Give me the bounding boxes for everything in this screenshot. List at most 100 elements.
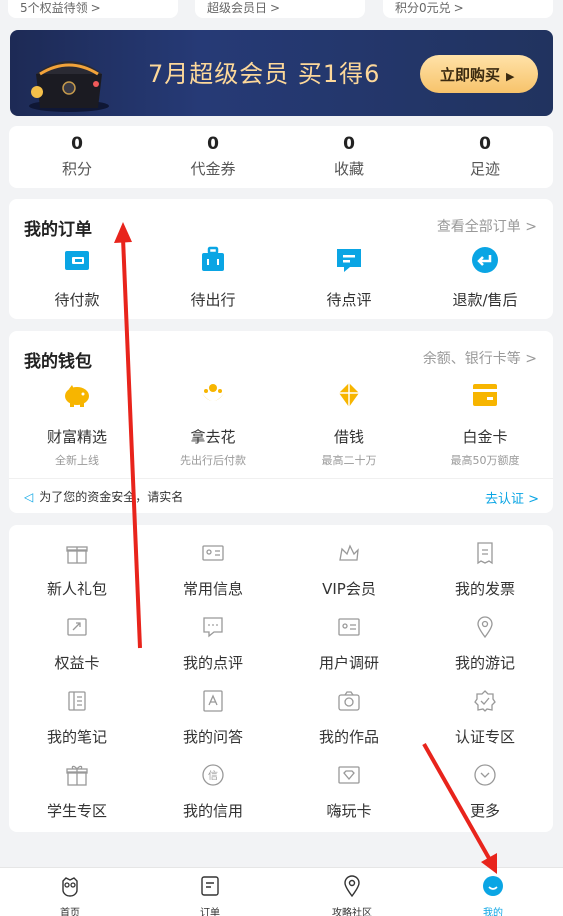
stat-favorites[interactable]: 0 收藏 [281,134,417,179]
tool-label: 我的点评 [182,654,243,672]
tab-mine[interactable]: 我的 [423,875,563,916]
tool-label: 嗨玩卡 [326,802,372,820]
notice-text: 为了您的资金安全，请实名 [39,490,184,504]
order-pending-payment[interactable]: 待付款 [9,245,145,310]
location-pin-icon [477,616,493,639]
qa-icon [203,690,223,712]
wallet-platinum-card[interactable]: 白金卡 最高50万额度 [417,379,553,468]
tool-travel-notes[interactable]: 我的游记 [417,615,553,673]
go-verify-link[interactable]: 去认证 > [485,488,539,507]
tool-my-reviews[interactable]: 我的点评 [145,615,281,673]
member-day-label: 超级会员日 [207,1,268,15]
stat-label: 积分 [61,160,92,178]
tool-label: 我的游记 [454,654,515,672]
refund-icon [472,247,498,273]
notebook-icon [68,691,86,711]
points-label: 积分0元兑 [395,1,451,15]
tool-student-zone[interactable]: 学生专区 [9,763,145,821]
stat-points[interactable]: 0 积分 [9,134,145,179]
speaker-icon: ◁ [24,490,34,504]
wallet-borrow[interactable]: 借钱 最高二十万 [281,379,417,468]
member-day-card[interactable]: 超级会员日 > [195,0,365,18]
tool-label: VIP会员 [322,580,376,598]
treasure-chest-icon [29,61,109,112]
tool-label: 我的发票 [454,580,515,598]
view-all-orders-link[interactable]: 查看全部订单 > [437,216,537,236]
benefit-card[interactable]: 5个权益待领 > [8,0,178,18]
tool-label: 我的笔记 [46,728,107,746]
stat-value: 0 [479,134,491,154]
tool-label: 用户调研 [318,654,379,672]
crown-icon [339,544,359,561]
tool-label: 我的作品 [318,728,379,746]
my-orders-card: 我的订单 查看全部订单 > 待付款 待出行 待点评 退款/售后 [9,199,553,319]
order-refund-aftersale[interactable]: 退款/售后 [417,245,553,310]
points-card[interactable]: 积分0元兑 > [383,0,553,18]
tools-grid-card: 新人礼包 常用信息 VIP会员 我的发票 权益卡 我的点评 用户调研 我的游记 … [9,525,553,832]
tab-orders[interactable]: 订单 [140,875,280,916]
wallet-sublabel: 最高50万额度 [450,454,520,467]
realname-notice: ◁ 为了您的资金安全，请实名 [24,488,183,505]
tool-my-qa[interactable]: 我的问答 [145,689,281,747]
super-member-banner[interactable]: 7月超级会员 买1得6 立即购买 ▶ [10,30,553,116]
stat-history[interactable]: 0 足迹 [417,134,553,179]
profile-smile-icon [483,876,503,896]
banner-title: 7月超级会员 买1得6 [148,60,381,88]
wallet-wealth[interactable]: 财富精选 全新上线 [9,379,145,468]
tab-label: 我的 [483,908,503,916]
balance-bankcard-link[interactable]: 余额、银行卡等 > [423,348,537,368]
tool-certification[interactable]: 认证专区 [417,689,553,747]
badge-icon [474,690,496,712]
wallet-label: 财富精选 [46,428,107,446]
buy-now-label: 立即购买 [440,66,501,84]
tool-label: 认证专区 [454,728,515,746]
buy-now-button[interactable]: 立即购买 ▶ [420,55,538,93]
tool-invoice[interactable]: 我的发票 [417,541,553,599]
tool-label: 权益卡 [54,654,100,672]
money-bag-icon [339,383,359,407]
tool-label: 学生专区 [46,802,107,820]
flower-icon [202,384,224,401]
stat-vouchers[interactable]: 0 代金券 [145,134,281,179]
tool-my-notes[interactable]: 我的笔记 [9,689,145,747]
wallet-sublabel: 最高二十万 [321,454,377,467]
tool-my-works[interactable]: 我的作品 [281,689,417,747]
home-owl-icon [62,877,78,897]
tool-label: 常用信息 [182,580,243,598]
tool-new-user-gift[interactable]: 新人礼包 [9,541,145,599]
order-pending-travel[interactable]: 待出行 [145,245,281,310]
tool-label: 更多 [469,802,500,820]
tool-user-survey[interactable]: 用户调研 [281,615,417,673]
wallet-naquhua[interactable]: 拿去花 先出行后付款 [145,379,281,468]
tool-more[interactable]: 更多 [417,763,553,821]
tab-home[interactable]: 首页 [0,875,140,916]
stat-value: 0 [71,134,83,154]
tab-label: 订单 [200,908,220,916]
tool-benefit-card[interactable]: 权益卡 [9,615,145,673]
wallet-sublabel: 全新上线 [55,454,99,467]
tool-common-info[interactable]: 常用信息 [145,541,281,599]
stats-card: 0 积分 0 代金券 0 收藏 0 足迹 [9,126,553,188]
more-icon [474,764,496,786]
tool-label: 我的问答 [182,728,243,746]
chat-bubble-icon [203,617,223,638]
chevron-right-icon: > [90,1,101,15]
wallet-label: 借钱 [333,428,364,446]
piggy-bank-icon [65,385,89,407]
stat-value: 0 [207,134,219,154]
tab-label: 首页 [60,908,80,916]
stat-label: 代金券 [190,160,236,178]
credit-icon: 信 [202,764,224,786]
tab-community[interactable]: 攻略社区 [282,875,422,916]
benefit-label: 5个权益待领 [20,1,88,15]
wallet-card-icon [65,251,89,270]
tool-hi-play-card[interactable]: 嗨玩卡 [281,763,417,821]
order-label: 退款/售后 [452,291,518,309]
order-icon [201,876,219,896]
ticket-icon [67,618,87,636]
divider [9,478,553,479]
tool-vip[interactable]: VIP会员 [281,541,417,599]
order-pending-review[interactable]: 待点评 [281,245,417,310]
tool-my-credit[interactable]: 信 我的信用 [145,763,281,821]
present-icon [66,765,88,786]
